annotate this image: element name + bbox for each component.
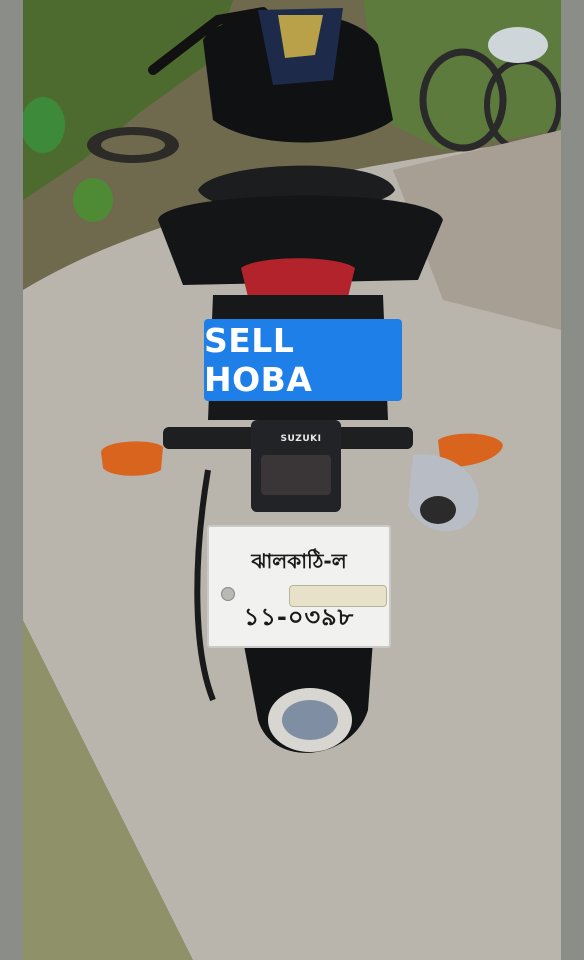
plate-district: ঝালকাঠি-ল [251,549,347,573]
leaf [73,178,113,222]
left-border [0,0,23,960]
plate-number: ১১-০৩৯৮ [243,603,355,631]
leaf [23,97,65,153]
tail-light [241,258,355,297]
screenshot-frame: SELL HOBA SUZUKI ঝালকাঠি-ল ১১-০৩৯৮ [0,0,584,960]
brand-badge: SUZUKI [280,434,322,444]
motorcycle-photo: SELL HOBA SUZUKI ঝালকাঠি-ল ১১-০৩৯৮ [23,0,561,960]
license-plate: ঝালকাঠি-ল ১১-০৩৯৮ [207,525,391,648]
left-indicator [101,441,163,476]
license-light [261,455,331,495]
right-border [561,0,584,960]
photo-scene [23,0,561,960]
plastic-bag [488,27,548,63]
sell-banner: SELL HOBA [204,319,402,401]
